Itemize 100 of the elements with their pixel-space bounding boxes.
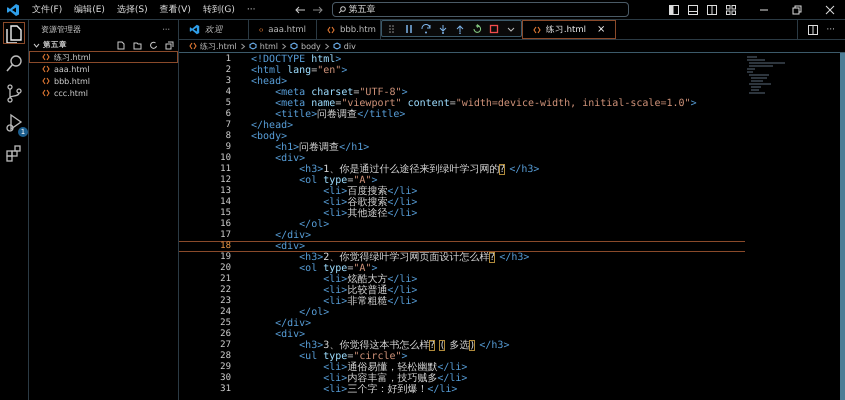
code-file-icon (189, 42, 197, 50)
line-number: 20 (219, 263, 232, 274)
restore-icon[interactable] (792, 4, 802, 14)
chevron-icon (281, 42, 287, 50)
code-file-icon (42, 77, 50, 85)
sidebar-layout-icon[interactable] (669, 4, 680, 14)
code-line: </ol> (298, 307, 330, 318)
editor-tab[interactable]: 欢迎 (179, 20, 249, 39)
line-number: 3 (224, 76, 232, 87)
code-line: <ol type="A"> (298, 175, 378, 186)
grid-layout-icon[interactable] (726, 4, 736, 14)
panel-layout-icon[interactable] (688, 4, 698, 14)
breadcrumb-item[interactable]: 练习.html (189, 40, 237, 52)
element-icon (248, 42, 257, 50)
stop-icon[interactable] (488, 24, 499, 34)
code-line: <ol type="A"> (298, 263, 378, 274)
split-editor-icon[interactable] (808, 24, 818, 34)
code-line: </div> (274, 318, 312, 329)
refresh-icon[interactable] (149, 40, 158, 50)
code-line: <li>三个字：好到爆！</li> (322, 384, 458, 395)
code-line: <li>通俗易懂，轻松幽默</li> (322, 362, 468, 373)
code-line: <h1>问卷调查</h1> (275, 142, 370, 153)
code-line: <li>谷歌搜索</li> (322, 197, 418, 208)
code-file-icon (42, 65, 50, 73)
app-logo (189, 24, 200, 35)
file-item[interactable]: 练习.html (29, 51, 178, 63)
breadcrumb-item[interactable]: div (332, 42, 356, 50)
code-line: <head> (251, 76, 288, 87)
line-number: 16 (219, 219, 232, 230)
search-icon (4, 53, 24, 73)
sidebar-title: 资源管理器 (41, 24, 81, 35)
chevron-icon[interactable] (33, 42, 40, 48)
code-line: <html lang="en"> (251, 65, 348, 76)
menu-item[interactable]: 转到(G) (196, 3, 241, 16)
line-number: 24 (219, 307, 232, 318)
file-item[interactable]: aaa.html (29, 63, 178, 75)
code-line: <meta name="viewport" content="width=device-width, initial-scale=1.0"> (274, 98, 697, 109)
line-number: 4 (224, 87, 232, 98)
code-line: <li>炫酷大方</li> (322, 274, 418, 285)
line-number: 14 (219, 197, 232, 208)
line-number: 27 (219, 340, 232, 351)
file-item[interactable]: bbb.html (29, 75, 178, 87)
line-number: 31 (219, 384, 232, 395)
step-over-icon[interactable] (420, 24, 431, 34)
line-number: 10 (219, 153, 232, 164)
file-item[interactable]: ccc.html (29, 87, 178, 99)
line-number: 7 (224, 120, 232, 131)
line-number: 5 (224, 98, 232, 109)
line-number: 11 (219, 164, 232, 175)
code-file-icon (42, 89, 50, 97)
line-number: 23 (219, 296, 232, 307)
code-line: </ol> (298, 219, 330, 230)
activity-button[interactable] (3, 22, 25, 44)
menu-item[interactable]: 查看(V) (154, 3, 197, 16)
menu-item[interactable]: 选择(S) (110, 3, 154, 16)
line-number: 6 (224, 109, 232, 120)
code-line: <div> (274, 329, 306, 340)
collapse-icon[interactable] (165, 40, 174, 50)
line-number: 30 (219, 373, 232, 384)
line-number: 25 (219, 318, 232, 329)
more-button[interactable]: ··· (826, 24, 835, 34)
pause-icon[interactable] (404, 24, 414, 34)
editor-tab[interactable]: 练习.html × (522, 20, 616, 39)
line-number: 15 (219, 208, 232, 219)
code-line: <div> (274, 242, 306, 251)
app-logo (6, 2, 20, 16)
menu-item[interactable]: 编辑(E) (68, 3, 111, 16)
split-layout-icon[interactable] (707, 4, 718, 14)
new-file-icon[interactable] (117, 40, 126, 50)
breadcrumb-item[interactable]: html (248, 42, 278, 50)
chevron-icon (324, 42, 330, 50)
code-file-icon (42, 53, 50, 61)
restart-icon[interactable] (472, 24, 482, 34)
chevron-icon (240, 42, 246, 50)
code-line: <li>内容丰富，技巧贼多</li> (322, 373, 468, 384)
element-icon (290, 42, 298, 50)
element-icon (332, 42, 341, 50)
menu-item[interactable]: 文件(F) (26, 3, 68, 16)
search-field[interactable]: 第五章 (332, 2, 629, 17)
code-line: <li>百度搜索</li> (322, 186, 418, 197)
line-number: 29 (219, 362, 232, 373)
close-tab-button[interactable]: × (596, 24, 606, 35)
code-line: <li>其他途径</li> (322, 208, 418, 219)
line-number: 26 (219, 329, 232, 340)
step-out-icon[interactable] (454, 24, 465, 34)
close-icon[interactable] (825, 4, 836, 14)
back-arrow-icon[interactable] (294, 4, 306, 14)
line-number: 8 (224, 131, 232, 142)
step-into-icon[interactable] (438, 24, 448, 34)
code-line: </head> (251, 120, 294, 131)
line-number: 9 (224, 142, 232, 153)
forward-arrow-icon[interactable] (312, 4, 324, 14)
code-line: <meta charset="UTF-8"> (274, 87, 408, 98)
breadcrumb-item[interactable]: body (290, 42, 321, 50)
menu-item[interactable]: ··· (240, 4, 262, 14)
more-button[interactable]: ··· (162, 25, 170, 34)
code-file-icon (259, 26, 264, 34)
editor-tab[interactable]: aaa.html (249, 20, 317, 39)
new-folder-icon[interactable] (133, 40, 142, 50)
code-line: <div> (274, 153, 306, 164)
